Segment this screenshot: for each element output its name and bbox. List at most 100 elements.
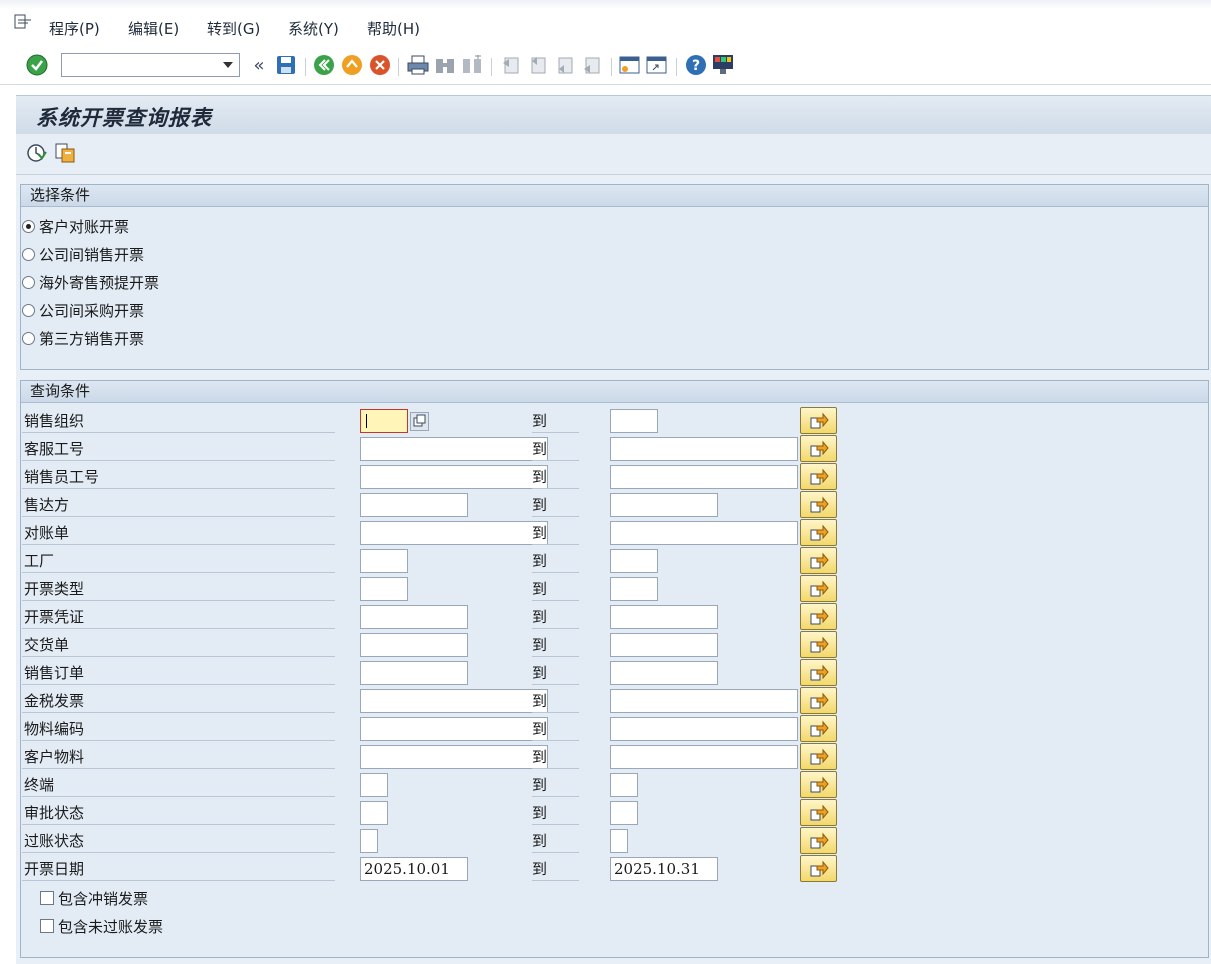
to-input[interactable] — [610, 437, 798, 461]
chevron-down-icon[interactable] — [223, 62, 233, 68]
multiple-selection-button[interactable] — [800, 575, 837, 602]
from-input[interactable]: 2025.10.01 — [360, 857, 468, 881]
last-page-icon[interactable] — [581, 54, 603, 76]
enter-check-icon[interactable] — [26, 54, 48, 76]
checkbox-option[interactable]: 包含未过账发票 — [40, 916, 163, 936]
multiple-selection-button[interactable] — [800, 407, 837, 434]
find-icon[interactable] — [434, 54, 456, 76]
variant-icon[interactable] — [54, 142, 76, 168]
multiple-selection-button[interactable] — [800, 547, 837, 574]
to-input[interactable] — [610, 801, 638, 825]
multiple-selection-button[interactable] — [800, 631, 837, 658]
from-input[interactable] — [360, 801, 388, 825]
menu-system[interactable]: 系统(Y) — [288, 18, 339, 39]
to-label: 到 — [532, 857, 579, 881]
menu-help[interactable]: 帮助(H) — [367, 18, 420, 39]
radio-option[interactable]: 客户对账开票 — [22, 216, 129, 236]
menu-edit[interactable]: 编辑(E) — [128, 18, 179, 39]
from-input[interactable] — [360, 633, 468, 657]
from-input[interactable] — [360, 465, 548, 489]
query-field-row: 开票日期 2025.10.01 到 2025.10.31 — [22, 855, 1192, 883]
from-input[interactable] — [360, 577, 408, 601]
checkbox-label: 包含未过账发票 — [58, 917, 164, 936]
to-input[interactable] — [610, 745, 798, 769]
to-input[interactable] — [610, 773, 638, 797]
multiple-selection-button[interactable] — [800, 855, 837, 882]
menu-program[interactable]: 程序(P) — [49, 18, 100, 39]
collapse-command-icon[interactable]: « — [248, 54, 270, 76]
shortcut-icon[interactable] — [646, 54, 668, 76]
to-input[interactable]: 2025.10.31 — [610, 857, 718, 881]
previous-page-icon[interactable] — [527, 54, 549, 76]
radio-button[interactable] — [22, 219, 35, 233]
from-input[interactable] — [360, 717, 548, 741]
cancel-icon[interactable] — [369, 54, 391, 76]
first-page-icon[interactable] — [500, 54, 522, 76]
multiple-selection-button[interactable] — [800, 771, 837, 798]
arrow-right-icon — [810, 524, 829, 540]
multiple-selection-button[interactable] — [800, 715, 837, 742]
from-input[interactable] — [360, 829, 378, 853]
multiple-selection-button[interactable] — [800, 827, 837, 854]
menu-bar: 程序(P) 编辑(E) 转到(G) 系统(Y) 帮助(H) — [0, 0, 1211, 47]
multiple-selection-button[interactable] — [800, 603, 837, 630]
help-icon[interactable]: ? — [685, 54, 707, 76]
multiple-selection-button[interactable] — [800, 491, 837, 518]
to-input[interactable] — [610, 717, 798, 741]
radio-option[interactable]: 公司间采购开票 — [22, 300, 144, 320]
exit-icon[interactable] — [341, 54, 363, 76]
to-input[interactable] — [610, 465, 798, 489]
multiple-selection-button[interactable] — [800, 799, 837, 826]
multiple-selection-button[interactable] — [800, 687, 837, 714]
to-input[interactable] — [610, 409, 658, 433]
radio-button[interactable] — [22, 303, 35, 317]
customize-layout-icon[interactable] — [712, 54, 734, 76]
from-input[interactable] — [360, 773, 388, 797]
radio-option[interactable]: 公司间销售开票 — [22, 244, 144, 264]
radio-button[interactable] — [22, 331, 35, 345]
to-input[interactable] — [610, 521, 798, 545]
radio-button[interactable] — [22, 247, 35, 261]
to-input[interactable] — [610, 549, 658, 573]
radio-option[interactable]: 第三方销售开票 — [22, 328, 144, 348]
from-input[interactable] — [360, 493, 468, 517]
from-input[interactable] — [360, 437, 548, 461]
multiple-selection-button[interactable] — [800, 743, 837, 770]
save-icon[interactable] — [275, 54, 297, 76]
to-input[interactable] — [610, 605, 718, 629]
multiple-selection-icon[interactable] — [410, 412, 429, 431]
from-input[interactable] — [360, 549, 408, 573]
from-input[interactable] — [360, 409, 408, 433]
command-field[interactable] — [61, 53, 240, 77]
from-input[interactable] — [360, 745, 548, 769]
to-input[interactable] — [610, 493, 718, 517]
find-next-icon[interactable] — [461, 54, 483, 76]
checkbox-option[interactable]: 包含冲销发票 — [40, 888, 148, 908]
back-icon[interactable] — [313, 54, 335, 76]
multiple-selection-button[interactable] — [800, 519, 837, 546]
from-input[interactable] — [360, 661, 468, 685]
menu-goto[interactable]: 转到(G) — [207, 18, 260, 39]
to-input[interactable] — [610, 577, 658, 601]
to-input[interactable] — [610, 829, 628, 853]
radio-option[interactable]: 海外寄售预提开票 — [22, 272, 159, 292]
multiple-selection-button[interactable] — [800, 435, 837, 462]
multiple-selection-button[interactable] — [800, 659, 837, 686]
next-page-icon[interactable] — [554, 54, 576, 76]
radio-button[interactable] — [22, 275, 35, 289]
svg-text:?: ? — [692, 58, 700, 74]
checkbox[interactable] — [40, 891, 54, 905]
query-field-row: 开票类型 到 — [22, 575, 1192, 603]
to-input[interactable] — [610, 661, 718, 685]
checkbox[interactable] — [40, 919, 54, 933]
new-session-icon[interactable] — [619, 54, 641, 76]
execute-icon[interactable] — [26, 142, 48, 168]
to-input[interactable] — [610, 689, 798, 713]
from-input[interactable] — [360, 605, 468, 629]
system-menu-icon[interactable] — [14, 14, 34, 34]
print-icon[interactable] — [407, 54, 429, 76]
from-input[interactable] — [360, 521, 548, 545]
multiple-selection-button[interactable] — [800, 463, 837, 490]
to-input[interactable] — [610, 633, 718, 657]
from-input[interactable] — [360, 689, 548, 713]
